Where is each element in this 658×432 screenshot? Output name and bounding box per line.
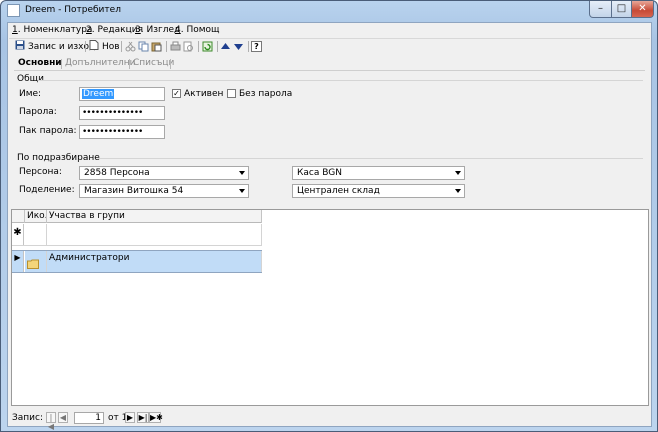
active-checkbox[interactable]: ✓ xyxy=(172,89,181,98)
table-row[interactable]: ▶ Администратори xyxy=(12,250,262,273)
chevron-down-icon xyxy=(455,171,461,175)
record-label: Запис: xyxy=(12,413,43,423)
tab-strip: Основни Допълнителни Списъци xyxy=(14,57,645,71)
toolbar-separator xyxy=(198,41,199,52)
new-row-marker: ✱ xyxy=(12,224,24,245)
grid-header: Ико... Участва в групи xyxy=(12,210,262,223)
no-password-checkbox[interactable] xyxy=(227,89,236,98)
toolbar-separator xyxy=(217,41,218,52)
active-label: Активен xyxy=(184,89,224,99)
print-preview-icon[interactable] xyxy=(183,41,194,52)
password-input[interactable]: •••••••••••••• xyxy=(79,106,165,120)
tab-basic[interactable]: Основни xyxy=(18,58,62,68)
new-document-icon xyxy=(89,40,99,50)
defaults-group-label: По подразбиране xyxy=(17,153,100,163)
last-record-button[interactable]: ▶| xyxy=(137,412,149,423)
app-window: Dreem - Потребител – □ ✕ 1. Номенклатура… xyxy=(0,0,658,432)
minimize-button[interactable]: – xyxy=(589,1,612,18)
tab-separator xyxy=(170,59,171,69)
grid-cell-group[interactable] xyxy=(47,224,262,245)
folder-icon xyxy=(27,259,39,269)
password-label: Парола: xyxy=(19,107,57,117)
tab-separator xyxy=(61,59,62,69)
group-divider xyxy=(98,158,643,159)
record-navigator: Запис: |◀ ◀ 1 от 1 ▶ ▶| ▶✱ xyxy=(8,409,651,431)
cut-icon[interactable] xyxy=(125,41,136,52)
name-input[interactable]: Dreem xyxy=(79,87,165,101)
toolbar-separator xyxy=(85,41,86,52)
help-icon[interactable]: ? xyxy=(251,41,262,52)
grid-cell-icon[interactable] xyxy=(25,251,47,272)
division-label: Поделение: xyxy=(19,185,75,195)
group-divider xyxy=(38,80,643,81)
tab-separator xyxy=(129,59,130,69)
division-select[interactable]: Магазин Витошка 54 xyxy=(79,184,249,198)
next-record-button[interactable]: ▶ xyxy=(125,412,135,423)
client-area: 1. Номенклатура 2. Редакция 3. Изглед 4.… xyxy=(7,22,652,431)
previous-record-button[interactable]: ◀ xyxy=(58,412,68,423)
persona-select[interactable]: 2858 Персона xyxy=(79,166,249,180)
save-icon xyxy=(15,40,25,50)
new-button[interactable]: Нов xyxy=(89,40,120,53)
chevron-down-icon xyxy=(239,189,245,193)
grid-cell-icon[interactable] xyxy=(25,224,47,245)
persona-label: Персона: xyxy=(19,167,62,177)
menu-nomenclature[interactable]: 1. Номенклатура xyxy=(12,25,92,35)
chevron-down-icon xyxy=(239,171,245,175)
current-row-marker: ▶ xyxy=(12,251,24,272)
password-repeat-input[interactable]: •••••••••••••• xyxy=(79,125,165,139)
arrow-down-icon[interactable] xyxy=(233,41,244,52)
chevron-down-icon xyxy=(455,189,461,193)
grid-cell-group[interactable]: Администратори xyxy=(47,251,262,272)
warehouse-select[interactable]: Централен склад xyxy=(292,184,465,198)
record-number-input[interactable]: 1 xyxy=(74,412,104,424)
menu-help[interactable]: 4. Помощ xyxy=(175,25,220,35)
close-button[interactable]: ✕ xyxy=(631,1,654,18)
cash-select[interactable]: Каса BGN xyxy=(292,166,465,180)
column-header-groups[interactable]: Участва в групи xyxy=(47,210,262,223)
row-header-corner xyxy=(12,210,25,223)
print-icon[interactable] xyxy=(170,41,181,52)
paste-icon[interactable] xyxy=(151,41,162,52)
column-header-icon[interactable]: Ико... xyxy=(25,210,47,223)
first-record-button[interactable]: |◀ xyxy=(46,412,56,431)
toolbar-separator xyxy=(166,41,167,52)
password-repeat-label: Пак парола: xyxy=(19,126,77,136)
tab-lists[interactable]: Списъци xyxy=(133,58,174,68)
general-group-label: Общи xyxy=(17,74,44,84)
groups-grid[interactable]: Ико... Участва в групи ✱ ▶ Администратор… xyxy=(11,209,649,406)
copy-icon[interactable] xyxy=(138,41,149,52)
new-record-button[interactable]: ▶✱ xyxy=(149,412,163,423)
menu-view[interactable]: 3. Изглед xyxy=(135,25,180,35)
maximize-button[interactable]: □ xyxy=(611,1,632,18)
no-password-label: Без парола xyxy=(239,89,293,99)
new-row[interactable]: ✱ xyxy=(12,224,262,246)
toolbar: Запис и изход Нов ? xyxy=(9,38,650,54)
menu-bar: 1. Номенклатура 2. Редакция 3. Изглед 4.… xyxy=(8,23,651,37)
name-label: Име: xyxy=(19,89,42,99)
arrow-up-icon[interactable] xyxy=(220,41,231,52)
title-bar[interactable]: Dreem - Потребител – □ ✕ xyxy=(1,1,657,21)
app-icon xyxy=(7,4,20,17)
tab-additional[interactable]: Допълнителни xyxy=(65,58,136,68)
refresh-icon[interactable] xyxy=(202,41,213,52)
toolbar-separator xyxy=(248,41,249,52)
save-exit-button[interactable]: Запис и изход xyxy=(15,40,95,53)
toolbar-separator xyxy=(121,41,122,52)
window-title: Dreem - Потребител xyxy=(25,5,121,15)
